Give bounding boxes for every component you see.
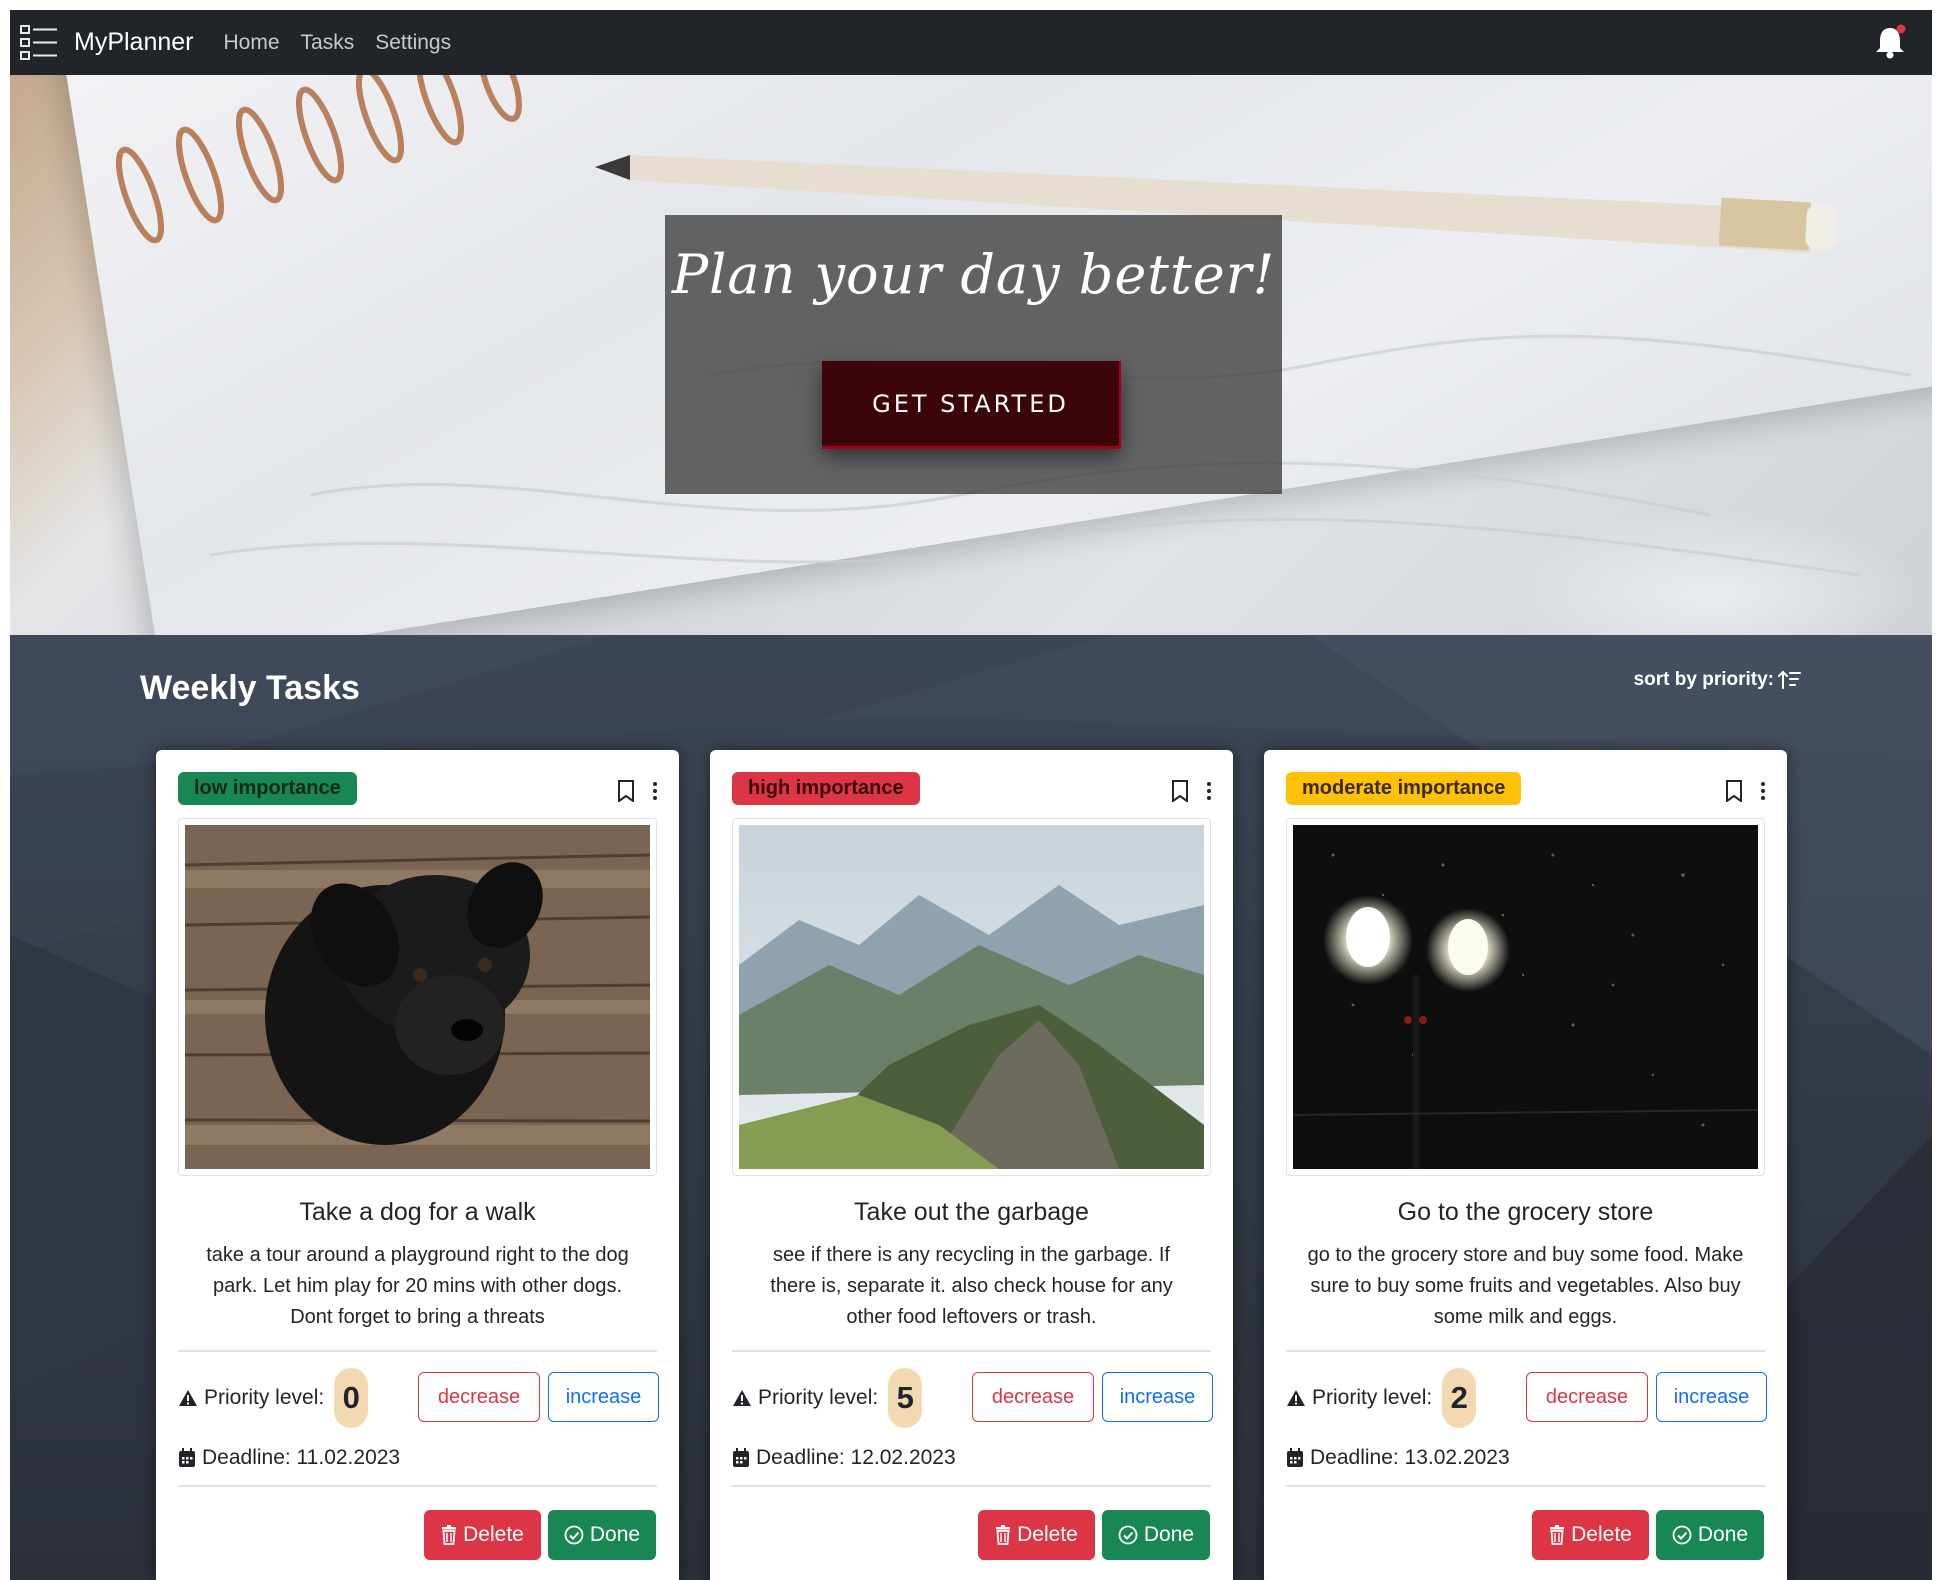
- importance-badge: low importance: [178, 772, 357, 805]
- nav-link-tasks[interactable]: Tasks: [301, 31, 355, 55]
- trash-icon: [996, 1525, 1011, 1545]
- increase-priority-button[interactable]: increase: [1102, 1372, 1213, 1422]
- deadline-row: Deadline: 11.02.2023: [178, 1440, 400, 1476]
- decrease-priority-button[interactable]: decrease: [418, 1372, 540, 1422]
- calendar-icon: [1287, 1448, 1303, 1467]
- bell-icon[interactable]: [1870, 22, 1910, 62]
- delete-label: Delete: [1017, 1523, 1078, 1546]
- priority-row: Priority level: 2: [1286, 1365, 1477, 1431]
- task-description: go to the grocery store and buy some foo…: [1307, 1244, 1744, 1328]
- priority-label: Priority level:: [758, 1386, 879, 1409]
- nav-link-home[interactable]: Home: [224, 31, 280, 55]
- bookmark-icon[interactable]: [617, 780, 635, 802]
- priority-row: Priority level: 0: [178, 1365, 369, 1431]
- more-options-icon[interactable]: [1205, 780, 1213, 802]
- sort-label: sort by priority:: [1633, 669, 1774, 690]
- task-description: see if there is any recycling in the gar…: [770, 1244, 1173, 1328]
- warning-icon: [1287, 1390, 1305, 1406]
- priority-label: Priority level:: [204, 1386, 325, 1409]
- divider: [1286, 1350, 1765, 1352]
- importance-badge: high importance: [732, 772, 920, 805]
- hero-title: Plan your day better!: [671, 243, 1276, 306]
- priority-row: Priority level: 5: [732, 1365, 923, 1431]
- priority-value: 2: [1442, 1368, 1477, 1428]
- trash-icon: [442, 1525, 457, 1545]
- delete-button[interactable]: Delete: [1532, 1510, 1649, 1560]
- hero-banner: Plan your day better! GET STARTED: [10, 75, 1932, 635]
- done-button[interactable]: Done: [1656, 1510, 1764, 1560]
- task-card: high importance Take out the garbage see…: [710, 750, 1233, 1580]
- divider: [732, 1485, 1211, 1487]
- mountain-ridge-landscape-image: [739, 825, 1204, 1169]
- decrease-priority-button[interactable]: decrease: [972, 1372, 1094, 1422]
- task-image: [1286, 818, 1765, 1176]
- nav-link-settings[interactable]: Settings: [375, 31, 451, 55]
- list-menu-icon[interactable]: [18, 22, 60, 64]
- sort-ascending-icon[interactable]: [1778, 669, 1802, 691]
- hero-overlay: Plan your day better! GET STARTED: [665, 215, 1282, 494]
- street-lamps-in-snowy-night-image: [1293, 825, 1758, 1169]
- importance-badge: moderate importance: [1286, 772, 1522, 805]
- priority-value: 0: [334, 1368, 369, 1428]
- delete-button[interactable]: Delete: [978, 1510, 1095, 1560]
- task-description: take a tour around a playground right to…: [206, 1244, 629, 1328]
- notification-dot: [1896, 24, 1906, 34]
- bookmark-icon[interactable]: [1171, 780, 1189, 802]
- divider: [178, 1485, 657, 1487]
- increase-priority-button[interactable]: increase: [1656, 1372, 1767, 1422]
- more-options-icon[interactable]: [651, 780, 659, 802]
- delete-label: Delete: [1571, 1523, 1632, 1546]
- trash-icon: [1550, 1525, 1565, 1545]
- task-image: [732, 818, 1211, 1176]
- calendar-icon: [733, 1448, 749, 1467]
- delete-button[interactable]: Delete: [424, 1510, 541, 1560]
- priority-value: 5: [888, 1368, 923, 1428]
- done-label: Done: [589, 1523, 641, 1546]
- task-title: Take out the garbage: [854, 1198, 1089, 1226]
- task-title: Go to the grocery store: [1397, 1198, 1654, 1226]
- warning-icon: [733, 1390, 751, 1406]
- get-started-button[interactable]: GET STARTED: [822, 361, 1121, 449]
- delete-label: Delete: [463, 1523, 524, 1546]
- done-button[interactable]: Done: [548, 1510, 656, 1560]
- black-puppy-on-wooden-floor-image: [185, 825, 650, 1169]
- more-options-icon[interactable]: [1759, 780, 1767, 802]
- check-circle-icon: [1672, 1525, 1692, 1545]
- task-title: Take a dog for a walk: [299, 1198, 536, 1226]
- deadline-row: Deadline: 13.02.2023: [1286, 1440, 1510, 1476]
- task-card: moderate importance Go to the grocery st…: [1264, 750, 1787, 1580]
- deadline-text: Deadline: 13.02.2023: [1310, 1446, 1510, 1469]
- warning-icon: [179, 1390, 197, 1406]
- divider: [178, 1350, 657, 1352]
- section-title: Weekly Tasks: [140, 669, 360, 707]
- weekly-tasks-section: Weekly Tasks sort by priority: low impor…: [10, 635, 1932, 1580]
- deadline-text: Deadline: 12.02.2023: [756, 1446, 956, 1469]
- priority-label: Priority level:: [1312, 1386, 1433, 1409]
- decrease-priority-button[interactable]: decrease: [1526, 1372, 1648, 1422]
- navbar: MyPlanner Home Tasks Settings: [10, 10, 1932, 75]
- done-label: Done: [1143, 1523, 1195, 1546]
- sort-by-priority-control[interactable]: sort by priority:: [1634, 669, 1802, 691]
- bookmark-icon[interactable]: [1725, 780, 1743, 802]
- deadline-text: Deadline: 11.02.2023: [202, 1446, 401, 1469]
- brand-link[interactable]: MyPlanner: [74, 28, 194, 57]
- task-image: [178, 818, 657, 1176]
- divider: [732, 1350, 1211, 1352]
- increase-priority-button[interactable]: increase: [548, 1372, 659, 1422]
- check-circle-icon: [1118, 1525, 1138, 1545]
- deadline-row: Deadline: 12.02.2023: [732, 1440, 956, 1476]
- divider: [1286, 1485, 1765, 1487]
- calendar-icon: [179, 1448, 195, 1467]
- task-card: low importance Take a dog for a walk tak…: [156, 750, 679, 1580]
- check-circle-icon: [564, 1525, 584, 1545]
- done-button[interactable]: Done: [1102, 1510, 1210, 1560]
- done-label: Done: [1697, 1523, 1749, 1546]
